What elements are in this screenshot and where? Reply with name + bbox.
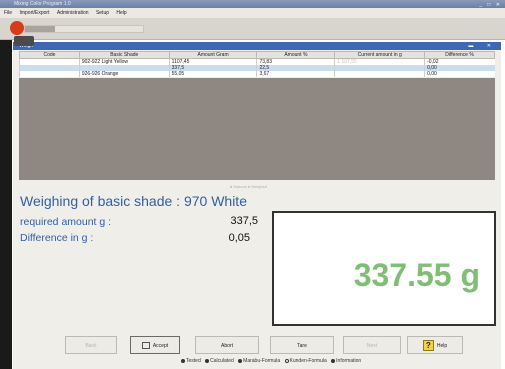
table-empty-area: [19, 78, 495, 180]
table-cell: [334, 71, 425, 77]
menu-administration[interactable]: Administration: [57, 10, 89, 16]
column-header-code[interactable]: Code: [19, 51, 80, 59]
action-button-bar: Back Accept Abort Tare Next ? Help: [55, 336, 465, 354]
status-legend: ● Manual ● Weighed: [230, 184, 267, 189]
legend-calculated: Calculated: [210, 358, 234, 364]
scale-display: 337.55 g: [272, 211, 496, 326]
legend-marabu-formula: Marabu-Formula: [243, 358, 281, 364]
panel-title-bar: Weigh ▬ ✕: [13, 42, 501, 50]
panel-controls[interactable]: ▬ ✕: [468, 42, 497, 50]
menu-help[interactable]: Help: [116, 10, 126, 16]
formula-legend: Tested Calculated Marabu-Formula Kunden-…: [178, 358, 361, 364]
legend-dot-icon: [238, 358, 243, 363]
column-header-amount-gram[interactable]: Amount Gram: [168, 51, 258, 59]
legend-kunden-formula: Kunden-Formula: [289, 358, 327, 364]
next-button-label: Next: [366, 343, 378, 349]
shade-table: Code Basic Shade Amount Gram Amount % Cu…: [19, 51, 495, 77]
menu-import-export[interactable]: Import/Export: [19, 10, 49, 16]
accept-button[interactable]: Accept: [130, 336, 180, 354]
brand-banner: [24, 25, 144, 33]
column-header-amount-percent[interactable]: Amount %: [256, 51, 336, 59]
table-cell: 3,67: [256, 71, 335, 77]
table-row[interactable]: 926-926 Orange 55,05 3,67 0,00: [19, 71, 495, 77]
column-header-basic-shade[interactable]: Basic Shade: [78, 51, 170, 59]
window-title: Mixing Color Program 1.0: [14, 1, 71, 7]
abort-button[interactable]: Abort: [195, 336, 259, 354]
abort-button-label: Abort: [221, 343, 233, 349]
tare-button-label: Tare: [297, 343, 307, 349]
table-cell: [19, 71, 80, 77]
user-icon: [14, 36, 34, 46]
column-header-difference-percent[interactable]: Difference %: [424, 51, 495, 59]
scale-reading: 337.55 g: [353, 257, 480, 293]
legend-dot-icon: [205, 358, 210, 363]
next-button[interactable]: Next: [343, 336, 401, 354]
left-strip: [0, 40, 12, 369]
table-cell: 926-926 Orange: [78, 71, 170, 77]
logo-icon: [10, 21, 24, 35]
accept-button-label: Accept: [152, 343, 169, 349]
application-window: Mixing Color Program 1.0 _ □ ✕ File Impo…: [0, 0, 505, 369]
menu-setup[interactable]: Setup: [96, 10, 109, 16]
legend-dot-icon: [284, 358, 289, 363]
legend-dot-icon: [181, 358, 185, 363]
menu-file[interactable]: File: [4, 10, 12, 16]
help-button-label: Help: [436, 343, 448, 349]
info-icon: [331, 358, 336, 363]
difference-value: 0,05: [228, 232, 250, 244]
legend-information: Information: [336, 358, 362, 364]
difference-label: Difference in g :: [20, 232, 94, 244]
table-cell: 0,00: [424, 71, 495, 77]
column-header-current-amount[interactable]: Current amount in g: [334, 51, 426, 59]
title-bar: Mixing Color Program 1.0 _ □ ✕: [0, 0, 505, 8]
tare-button[interactable]: Tare: [270, 336, 334, 354]
help-button[interactable]: ? Help: [407, 336, 463, 354]
back-button[interactable]: Back: [65, 336, 117, 354]
accept-icon: [141, 342, 150, 350]
weighing-title: Weighing of basic shade : 970 White: [20, 193, 247, 209]
help-icon: ?: [422, 340, 434, 352]
menu-bar: File Import/Export Administration Setup …: [0, 8, 505, 18]
required-amount-value: 337,5: [230, 215, 258, 227]
table-cell: 55,05: [168, 71, 257, 77]
back-button-label: Back: [85, 343, 97, 349]
legend-tested: Tested: [186, 358, 201, 364]
required-amount-label: required amount g :: [20, 216, 112, 228]
